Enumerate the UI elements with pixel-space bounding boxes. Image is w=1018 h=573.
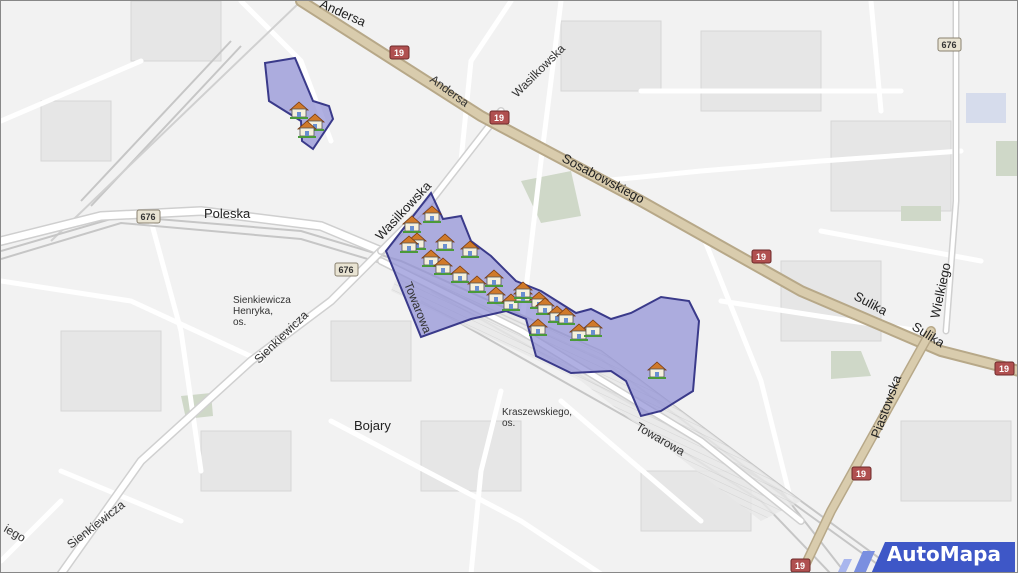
road-shield-19: 19 — [389, 45, 410, 60]
road-shield-676: 676 — [334, 262, 359, 277]
road-shield-676: 676 — [136, 209, 161, 224]
svg-text:676: 676 — [338, 265, 353, 275]
place-label-kraszewskiego: os. — [502, 418, 515, 429]
svg-text:19: 19 — [756, 252, 766, 262]
place-label-sienkiewicza: Sienkiewicza — [233, 295, 291, 306]
street-label-sienkiewicza-partial: iego — [2, 521, 29, 545]
street-label-wasilkowska: Wasilkowska — [509, 41, 568, 100]
road-shield-19: 19 — [851, 466, 872, 481]
svg-text:19: 19 — [795, 561, 805, 571]
map-canvas[interactable]: 676 676 676 19 19 19 19 19 19 Andersa An… — [0, 0, 1018, 573]
svg-text:676: 676 — [140, 212, 155, 222]
svg-text:19: 19 — [394, 48, 404, 58]
district-label-bojary: Bojary — [354, 418, 391, 433]
svg-text:19: 19 — [494, 113, 504, 123]
road-shield-19: 19 — [751, 249, 772, 264]
svg-text:676: 676 — [941, 40, 956, 50]
place-label-sienkiewicza: Henryka, — [233, 306, 273, 317]
automapa-logo-text: AutoMapa — [886, 542, 1001, 566]
street-label-sienkiewicza: Sienkiewicza — [64, 497, 128, 551]
svg-text:19: 19 — [999, 364, 1009, 374]
road-shield-19: 19 — [790, 558, 811, 572]
road-shield-19: 19 — [994, 361, 1015, 376]
road-shield-19: 19 — [489, 110, 510, 125]
road-shield-676: 676 — [937, 37, 962, 52]
place-label-sienkiewicza: os. — [233, 317, 246, 328]
map-layer: 676 676 676 19 19 19 19 19 19 Andersa An… — [1, 1, 1017, 572]
svg-text:19: 19 — [856, 469, 866, 479]
street-label-piastowska: Piastowska — [868, 372, 905, 440]
water-area — [966, 93, 1006, 123]
place-label-kraszewskiego: Kraszewskiego, — [502, 407, 572, 418]
street-label-poleska: Poleska — [204, 206, 251, 221]
